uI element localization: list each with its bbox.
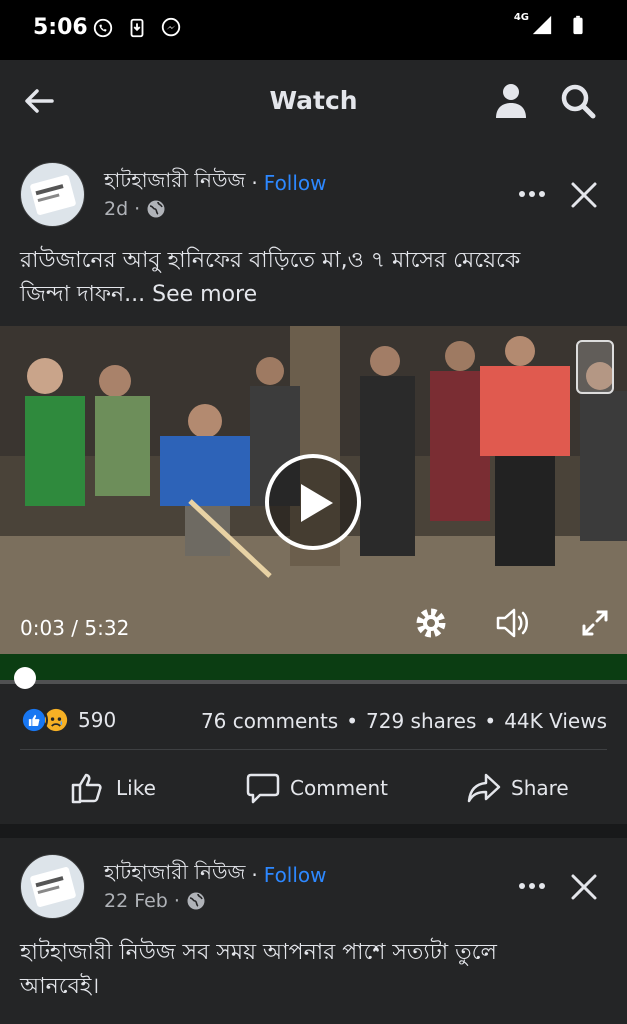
separator-dot: · xyxy=(251,862,258,887)
play-button[interactable] xyxy=(265,454,361,550)
video-time: 0:03 / 5:32 xyxy=(20,616,129,640)
like-reaction-icon xyxy=(20,706,48,734)
post-time[interactable]: 22 Feb xyxy=(104,890,168,912)
video-progress-track[interactable] xyxy=(0,680,627,684)
globe-icon xyxy=(187,892,205,910)
follow-button[interactable]: Follow xyxy=(264,171,327,195)
post-text-line: আনবেই। xyxy=(20,974,100,999)
post-text: হাটহাজারী নিউজ সব সময় আপনার পাশে সত্যটা… xyxy=(20,936,610,1004)
more-options-icon[interactable] xyxy=(517,879,547,893)
meta-dot: · xyxy=(134,198,141,220)
engagement-stats: 76 comments • 729 shares • 44K Views xyxy=(201,709,607,733)
like-button[interactable]: Like xyxy=(70,766,156,810)
avatar-logo-icon xyxy=(30,175,76,215)
follow-button[interactable]: Follow xyxy=(264,863,327,887)
video-player[interactable]: 0:03 / 5:32 xyxy=(0,326,627,680)
status-time: 5:06 xyxy=(33,15,88,40)
video-post: হাটহাজারী নিউজ · Follow 2d · রাউজানের আব… xyxy=(0,146,627,824)
stat-separator: • xyxy=(484,709,497,733)
see-more-link[interactable]: See more xyxy=(152,282,257,307)
thumbs-up-icon xyxy=(71,773,102,804)
video-progress-knob[interactable] xyxy=(14,667,36,689)
current-time: 0:03 xyxy=(20,616,65,640)
avatar-logo-icon xyxy=(30,867,76,907)
news-ticker-bar xyxy=(0,654,627,680)
reactions-summary[interactable]: 590 xyxy=(20,706,116,734)
fullscreen-icon[interactable] xyxy=(580,608,610,638)
comment-bubble-icon xyxy=(246,773,280,804)
post-text-line: জিন্দা দাফন... xyxy=(20,282,146,307)
search-icon[interactable] xyxy=(559,82,597,120)
comments-count[interactable]: 76 comments xyxy=(201,709,338,733)
post-time[interactable]: 2d xyxy=(104,198,128,220)
divider xyxy=(20,749,607,750)
reaction-count: 590 xyxy=(78,708,117,732)
signal-icon xyxy=(532,15,552,35)
page-name-link[interactable]: হাটহাজারী নিউজ xyxy=(104,858,245,891)
share-arrow-icon xyxy=(467,773,501,803)
share-button[interactable]: Share xyxy=(467,766,569,810)
network-type-label: 4G xyxy=(513,11,529,23)
share-label: Share xyxy=(511,776,569,800)
play-icon xyxy=(301,484,333,522)
duration: 5:32 xyxy=(84,616,130,640)
download-icon xyxy=(130,18,144,38)
comment-button[interactable]: Comment xyxy=(246,766,388,810)
post-actions: Like Comment Share xyxy=(0,766,627,810)
page-avatar[interactable] xyxy=(20,854,85,919)
page-avatar[interactable] xyxy=(20,162,85,227)
meta-dot: · xyxy=(173,890,180,912)
close-icon[interactable] xyxy=(569,180,599,210)
app-bar: Watch xyxy=(0,60,627,146)
views-count: 44K Views xyxy=(504,709,607,733)
battery-icon xyxy=(573,15,583,35)
like-label: Like xyxy=(116,776,156,800)
shares-count[interactable]: 729 shares xyxy=(366,709,476,733)
page-name-link[interactable]: হাটহাজারী নিউজ xyxy=(104,166,245,199)
profile-icon[interactable] xyxy=(493,82,529,120)
time-separator: / xyxy=(71,616,79,640)
channel-watermark-logo xyxy=(576,340,614,394)
messenger-icon xyxy=(161,17,181,37)
volume-icon[interactable] xyxy=(494,606,530,640)
globe-icon xyxy=(147,200,165,218)
status-bar: 5:06 4G xyxy=(0,0,627,60)
stat-separator: • xyxy=(346,709,358,733)
close-icon[interactable] xyxy=(569,872,599,902)
settings-gear-icon[interactable] xyxy=(414,606,448,640)
post-text: রাউজানের আবু হানিফের বাড়িতে মা,ও ৭ মাসে… xyxy=(20,244,610,312)
text-post: হাটহাজারী নিউজ · Follow 22 Feb · হাটহাজা… xyxy=(0,838,627,1024)
comment-label: Comment xyxy=(290,776,388,800)
more-options-icon[interactable] xyxy=(517,187,547,201)
separator-dot: · xyxy=(251,170,258,195)
post-text-line: রাউজানের আবু হানিফের বাড়িতে মা,ও ৭ মাসে… xyxy=(20,248,521,273)
post-text-line: হাটহাজারী নিউজ সব সময় আপনার পাশে সত্যটা… xyxy=(20,940,497,965)
whatsapp-icon xyxy=(93,18,113,38)
page-title: Watch xyxy=(269,86,358,115)
